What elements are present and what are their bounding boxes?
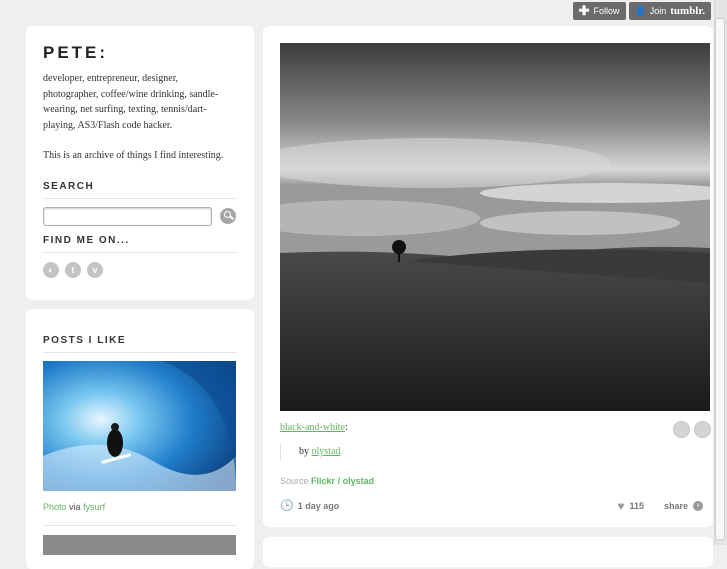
photoset-icon[interactable] xyxy=(673,421,690,438)
byline: by olystad xyxy=(280,443,340,461)
liked-photo-caption: Photo via fysurf xyxy=(43,502,105,512)
next-post-card xyxy=(263,537,713,567)
timestamp[interactable]: 🕒 1 day ago xyxy=(280,499,339,512)
blog-description: developer, entrepreneur, designer, photo… xyxy=(43,71,233,179)
post-actions: ♥ 115 share › xyxy=(617,499,703,513)
likes-heading: POSTS I LIKE xyxy=(43,335,127,346)
posts-i-like-card: POSTS I LIKE Photo via fysurf xyxy=(26,309,254,569)
source-site-link[interactable]: Flickr xyxy=(311,476,335,486)
scrollbar-thumb[interactable] xyxy=(715,18,725,540)
bio-text: developer, entrepreneur, designer, photo… xyxy=(43,73,219,131)
post-photo[interactable] xyxy=(280,43,710,411)
twitter-icon[interactable]: t xyxy=(65,262,81,278)
scrollbar[interactable] xyxy=(714,0,727,545)
post-caption: black-and-white: xyxy=(280,422,348,433)
time-ago: 1 day ago xyxy=(297,500,340,511)
camera-icon[interactable] xyxy=(694,421,711,438)
divider xyxy=(43,198,237,199)
clock-icon: 🕒 xyxy=(280,500,294,512)
liked-photo-2[interactable] xyxy=(43,535,236,555)
vimeo-icon[interactable]: v xyxy=(87,262,103,278)
search-icon[interactable] xyxy=(220,208,236,224)
liked-photo-surf[interactable] xyxy=(43,361,236,491)
follow-button[interactable]: ✚ Follow xyxy=(572,2,626,20)
plus-icon: ✚ xyxy=(578,3,590,18)
notes-count[interactable]: 115 xyxy=(629,501,644,511)
checker-icon[interactable]: ◐ xyxy=(43,262,59,278)
share-arrow-icon[interactable]: › xyxy=(693,501,703,511)
join-tumblr-button[interactable]: 👤 Join tumblr. xyxy=(628,2,711,20)
archive-note: This is an archive of things I find inte… xyxy=(43,150,224,161)
tumblr-brand: tumblr. xyxy=(670,5,705,17)
search-input[interactable] xyxy=(43,207,212,226)
source-user-link[interactable]: olystad xyxy=(343,476,375,486)
author-link[interactable]: olystad xyxy=(312,446,341,457)
source-line: Source Flickr / olystad xyxy=(280,476,374,486)
caption-link[interactable]: black-and-white xyxy=(280,422,345,433)
source-label: Source xyxy=(280,476,309,486)
source-link[interactable]: fysurf xyxy=(83,502,105,512)
divider xyxy=(43,352,237,353)
share-label[interactable]: share xyxy=(664,501,688,511)
tumblr-controls: ✚ Follow 👤 Join tumblr. xyxy=(572,2,711,20)
via-text: via xyxy=(69,502,81,512)
search-heading: SEARCH xyxy=(43,181,95,192)
blog-title[interactable]: PETE: xyxy=(43,43,108,63)
divider xyxy=(43,252,237,253)
source-separator: / xyxy=(337,476,341,486)
by-prefix: by xyxy=(299,446,309,457)
follow-label: Follow xyxy=(593,6,620,16)
photo-post-card: black-and-white: by olystad Source Flick… xyxy=(263,26,713,527)
heart-icon[interactable]: ♥ xyxy=(617,499,624,513)
divider xyxy=(43,525,237,526)
user-icon: 👤 xyxy=(634,5,646,16)
join-label: Join xyxy=(649,6,667,16)
about-card: PETE: developer, entrepreneur, designer,… xyxy=(26,26,254,300)
find-me-heading: FIND ME ON... xyxy=(43,235,130,246)
caption-colon: : xyxy=(344,422,348,433)
photo-link[interactable]: Photo xyxy=(43,502,67,512)
